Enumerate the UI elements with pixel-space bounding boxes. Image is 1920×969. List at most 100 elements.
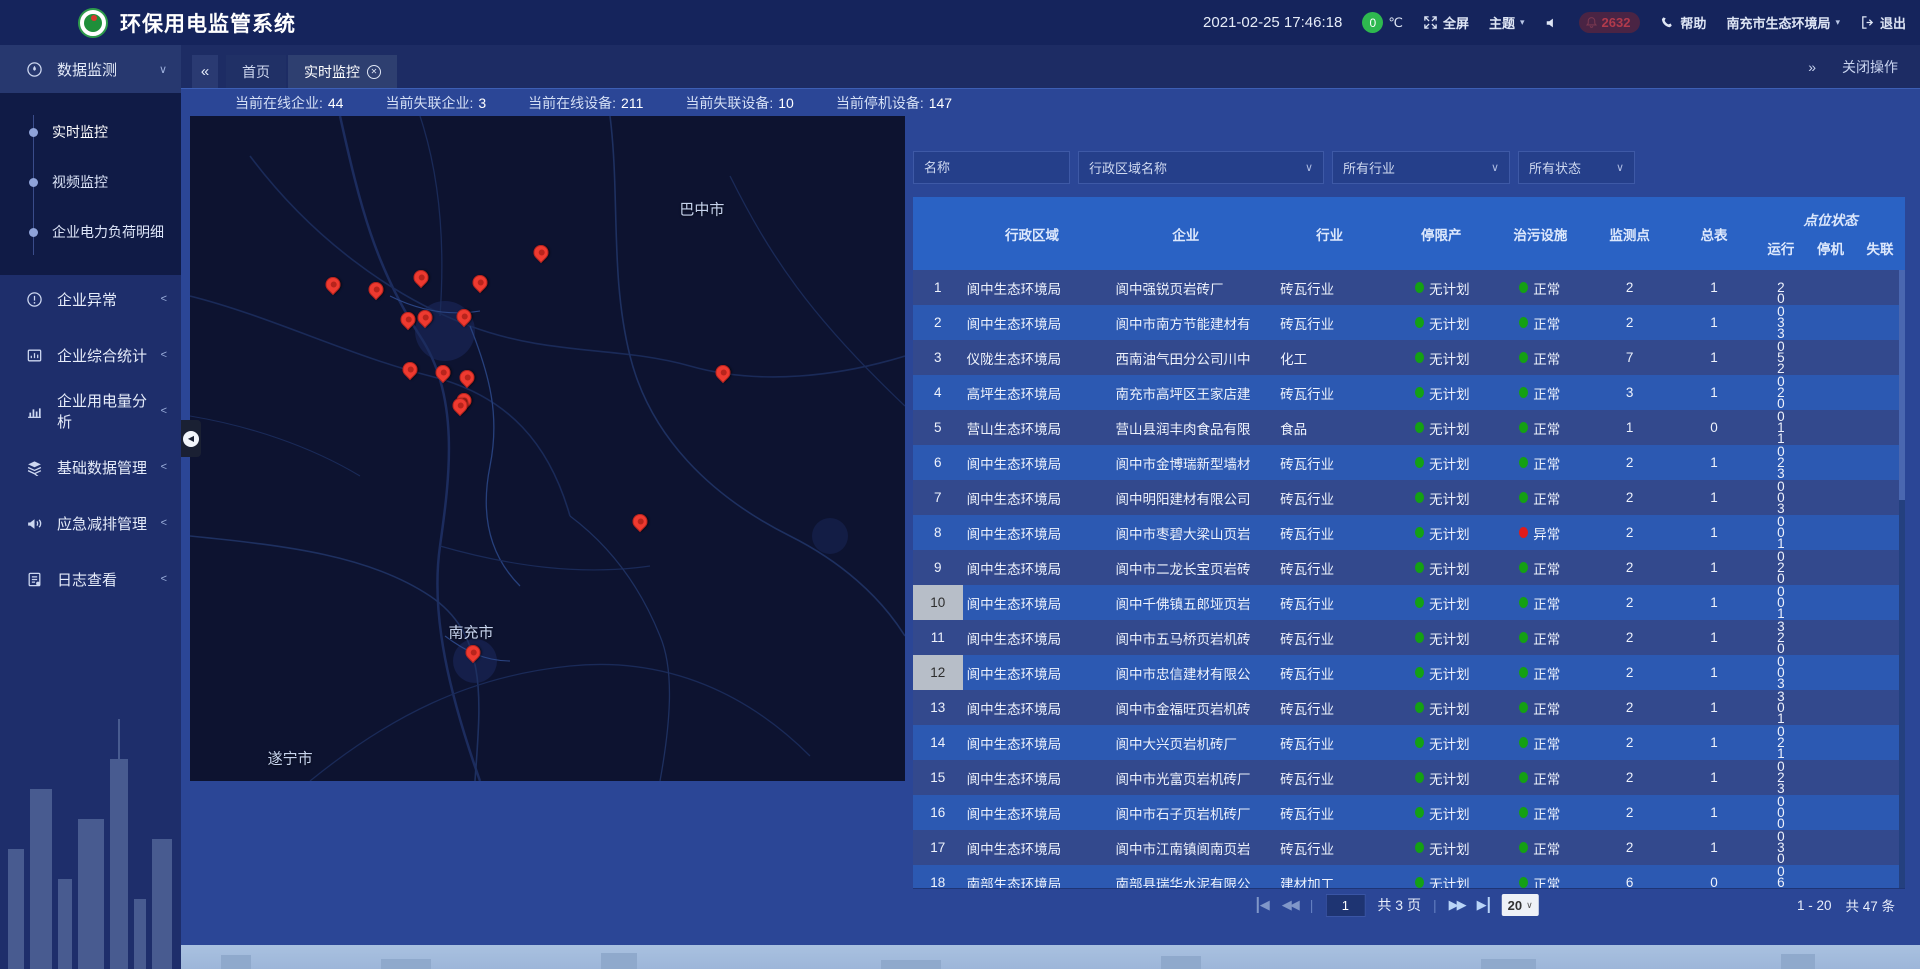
chevron-left-icon: <	[161, 573, 167, 585]
cell-stop-production: 无计划	[1389, 313, 1493, 333]
cell-stop-production: 无计划	[1389, 698, 1493, 718]
stat-item: 当前失联企业:3	[385, 93, 486, 113]
phone-icon	[1660, 15, 1675, 30]
next-page-button[interactable]: ▶▶	[1449, 897, 1465, 913]
cell-running: 1	[1756, 606, 1806, 621]
table-row[interactable]: 18南部生态环境局南部县瑞华水泥有限公建材加工无计划正常60060	[913, 865, 1905, 888]
cell-company: 阆中市南方节能建材有	[1101, 313, 1270, 333]
name-filter-input[interactable]	[913, 151, 1070, 184]
tab-首页[interactable]: 首页	[226, 55, 286, 88]
cell-running: 1	[1756, 270, 1806, 271]
sidebar-item-日志查看[interactable]: 日志查看<	[0, 555, 181, 603]
tabs-scroll-right-button[interactable]: »	[1808, 59, 1816, 75]
page-number-input[interactable]: 1	[1325, 894, 1365, 917]
cell-running: 0	[1756, 396, 1806, 411]
prev-page-button[interactable]: ◀◀	[1282, 897, 1298, 913]
cell-row-number: 3	[913, 340, 963, 375]
table-body: 1阆中生态环境局阆中强锐页岩砖厂砖瓦行业无计划正常211202阆中生态环境局阆中…	[913, 270, 1905, 888]
cell-total-meter: 1	[1672, 665, 1756, 680]
status-dot-icon	[1519, 842, 1528, 853]
cell-industry: 砖瓦行业	[1270, 733, 1389, 753]
stat-label: 当前停机设备:	[836, 95, 924, 111]
speaker-mute-button[interactable]	[1545, 16, 1559, 30]
map-collapse-button[interactable]: ◀	[181, 420, 201, 457]
cell-company: 阆中市江南镇阆南页岩	[1101, 838, 1270, 858]
bottom-decoration	[181, 945, 1920, 969]
help-button[interactable]: 帮助	[1660, 13, 1706, 32]
chevron-left-icon: <	[161, 405, 167, 417]
table-scrollbar[interactable]	[1899, 270, 1905, 888]
last-page-button[interactable]: ▶	[1477, 897, 1490, 913]
cell-stop-production: 无计划	[1389, 348, 1493, 368]
app-title: 环保用电监管系统	[120, 8, 296, 38]
theme-menu[interactable]: 主题 ▾	[1489, 13, 1525, 32]
sidebar-subitem-企业电力负荷明细[interactable]: 企业电力负荷明细	[0, 207, 181, 257]
cell-pollution-treatment: 正常	[1493, 593, 1587, 613]
stat-label: 当前在线设备:	[528, 95, 616, 111]
logout-button[interactable]: 退出	[1860, 13, 1906, 32]
sidebar-item-应急减排管理[interactable]: 应急减排管理<	[0, 499, 181, 547]
stats-icon	[26, 347, 43, 364]
status-dot-icon	[1415, 842, 1424, 853]
status-dot-icon	[1519, 492, 1528, 503]
cell-row-number: 2	[913, 305, 963, 340]
cell-running: 3	[1756, 466, 1806, 481]
chevron-down-icon: ∨	[1526, 900, 1533, 911]
first-page-button[interactable]: ◀	[1257, 897, 1270, 913]
bell-icon	[1585, 16, 1598, 29]
cell-monitor-points: 6	[1588, 875, 1672, 888]
chevron-down-icon: ▾	[1520, 17, 1525, 28]
gauge-icon	[26, 61, 43, 78]
region-filter-select[interactable]: 行政区域名称 ∨	[1078, 151, 1324, 184]
page-size-select[interactable]: 20 ∨	[1502, 894, 1539, 916]
sidebar-item-企业综合统计[interactable]: 企业综合统计<	[0, 331, 181, 379]
cell-company: 阆中市金博瑞新型墙材	[1101, 453, 1270, 473]
cell-running: 3	[1756, 676, 1806, 691]
cell-monitor-points: 2	[1588, 840, 1672, 855]
cell-industry: 砖瓦行业	[1270, 628, 1389, 648]
chevron-down-icon: ∨	[1604, 161, 1624, 174]
tab-label: 首页	[242, 62, 270, 82]
tab-实时监控[interactable]: 实时监控✕	[288, 55, 397, 88]
sidebar-item-基础数据管理[interactable]: 基础数据管理<	[0, 443, 181, 491]
sidebar-item-数据监测[interactable]: 数据监测∨	[0, 45, 181, 93]
cell-industry: 砖瓦行业	[1270, 278, 1389, 298]
status-filter-select[interactable]: 所有状态 ∨	[1518, 151, 1635, 184]
tab-close-icon[interactable]: ✕	[367, 65, 381, 79]
status-dot-icon	[1519, 317, 1528, 328]
cell-monitor-points: 2	[1588, 490, 1672, 505]
sidebar-item-企业异常[interactable]: 企业异常<	[0, 275, 181, 323]
notification-badge[interactable]: 2632	[1579, 12, 1641, 33]
cell-running: 3	[1756, 501, 1806, 516]
record-range-label: 1 - 20	[1797, 898, 1832, 913]
status-dot-icon	[1519, 422, 1528, 433]
status-dot-icon	[1415, 597, 1424, 608]
status-dot-icon	[1519, 702, 1528, 713]
record-total-label: 共 47 条	[1845, 895, 1895, 915]
tabs-scroll-left-button[interactable]: «	[192, 55, 218, 88]
sidebar-subitem-视频监控[interactable]: 视频监控	[0, 157, 181, 207]
cell-stop-production: 无计划	[1389, 838, 1493, 858]
status-dot-icon	[1519, 387, 1528, 398]
sidebar-item-企业用电量分析[interactable]: 企业用电量分析<	[0, 387, 181, 435]
industry-filter-select[interactable]: 所有行业 ∨	[1332, 151, 1510, 184]
org-user-menu[interactable]: 南充市生态环境局 ▾	[1726, 13, 1840, 32]
cell-monitor-points: 7	[1588, 350, 1672, 365]
cell-company: 阆中市光富页岩机砖厂	[1101, 768, 1270, 788]
cell-company: 阆中市二龙长宝页岩砖	[1101, 558, 1270, 578]
status-dot-icon	[1415, 737, 1424, 748]
status-dot-icon	[1519, 632, 1528, 643]
sidebar-item-label: 企业综合统计	[57, 345, 147, 366]
cell-pollution-treatment: 正常	[1493, 453, 1587, 473]
map[interactable]: 巴中市南充市遂宁市	[190, 116, 905, 781]
log-icon	[26, 571, 43, 588]
chevron-left-icon: <	[161, 293, 167, 305]
sidebar-subitem-实时监控[interactable]: 实时监控	[0, 107, 181, 157]
cell-running: 1	[1756, 536, 1806, 551]
fullscreen-button[interactable]: 全屏	[1423, 13, 1469, 32]
cell-stop-production: 无计划	[1389, 558, 1493, 578]
cell-company: 西南油气田分公司川中	[1101, 348, 1270, 368]
close-operations-button[interactable]: 关闭操作	[1842, 57, 1898, 77]
chevron-left-icon: ◀	[183, 431, 199, 447]
speaker-icon	[1545, 16, 1559, 30]
